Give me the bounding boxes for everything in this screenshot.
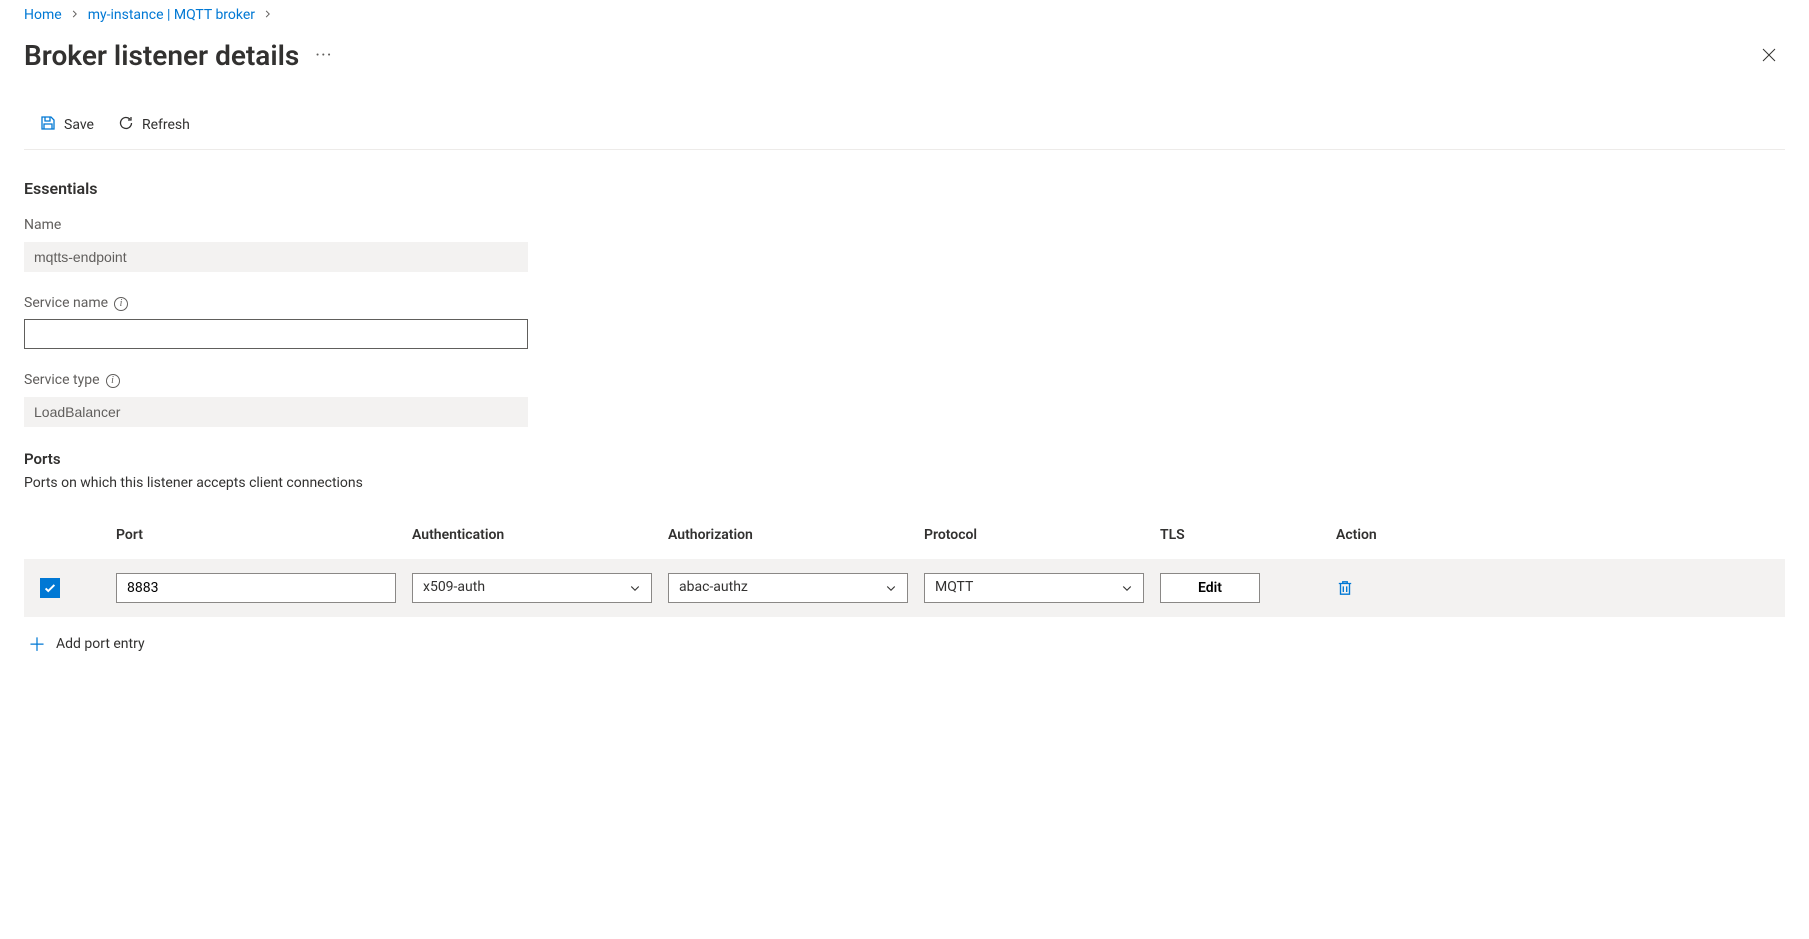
chevron-right-icon	[70, 7, 80, 24]
service-type-input	[24, 397, 528, 427]
service-name-input[interactable]	[24, 319, 528, 349]
plus-icon: ＋	[28, 631, 46, 657]
info-icon[interactable]: i	[114, 297, 128, 311]
authentication-select[interactable]: x509-auth	[412, 573, 652, 603]
info-icon[interactable]: i	[106, 374, 120, 388]
col-protocol: Protocol	[924, 526, 1144, 546]
chevron-down-icon	[629, 582, 641, 594]
refresh-button[interactable]: Refresh	[118, 111, 190, 139]
col-tls: TLS	[1160, 526, 1320, 546]
table-row: x509-auth abac-authz MQTT Edit	[24, 559, 1785, 617]
col-action: Action	[1336, 526, 1773, 546]
name-input	[24, 242, 528, 272]
port-input[interactable]	[116, 573, 396, 603]
tls-edit-button[interactable]: Edit	[1160, 573, 1260, 603]
service-type-label: Service type	[24, 371, 100, 391]
close-icon	[1761, 47, 1777, 63]
save-button[interactable]: Save	[40, 111, 94, 139]
chevron-right-icon	[263, 7, 273, 24]
refresh-icon	[118, 115, 134, 135]
breadcrumb-home[interactable]: Home	[24, 6, 62, 26]
service-name-label: Service name	[24, 294, 108, 314]
protocol-select[interactable]: MQTT	[924, 573, 1144, 603]
add-port-entry-button[interactable]: ＋ Add port entry	[24, 617, 149, 671]
row-checkbox[interactable]	[40, 578, 60, 598]
ports-description: Ports on which this listener accepts cli…	[24, 474, 1785, 494]
essentials-heading: Essentials	[24, 178, 1785, 200]
page-title: Broker listener details	[24, 36, 299, 75]
trash-icon	[1336, 579, 1354, 597]
save-icon	[40, 115, 56, 135]
more-icon[interactable]: ···	[315, 43, 332, 68]
toolbar: Save Refresh	[24, 111, 1785, 150]
delete-row-button[interactable]	[1336, 579, 1354, 597]
refresh-label: Refresh	[142, 117, 190, 133]
check-icon	[43, 581, 57, 595]
ports-table-header: Port Authentication Authorization Protoc…	[24, 526, 1785, 560]
ports-heading: Ports	[24, 449, 1785, 470]
chevron-down-icon	[1121, 582, 1133, 594]
col-authentication: Authentication	[412, 526, 652, 546]
close-button[interactable]	[1753, 39, 1785, 71]
breadcrumb: Home my-instance | MQTT broker	[24, 6, 1785, 26]
save-label: Save	[64, 117, 94, 133]
authorization-select[interactable]: abac-authz	[668, 573, 908, 603]
breadcrumb-instance[interactable]: my-instance | MQTT broker	[88, 6, 255, 26]
chevron-down-icon	[885, 582, 897, 594]
col-authorization: Authorization	[668, 526, 908, 546]
col-port: Port	[116, 526, 396, 546]
name-label: Name	[24, 216, 528, 236]
